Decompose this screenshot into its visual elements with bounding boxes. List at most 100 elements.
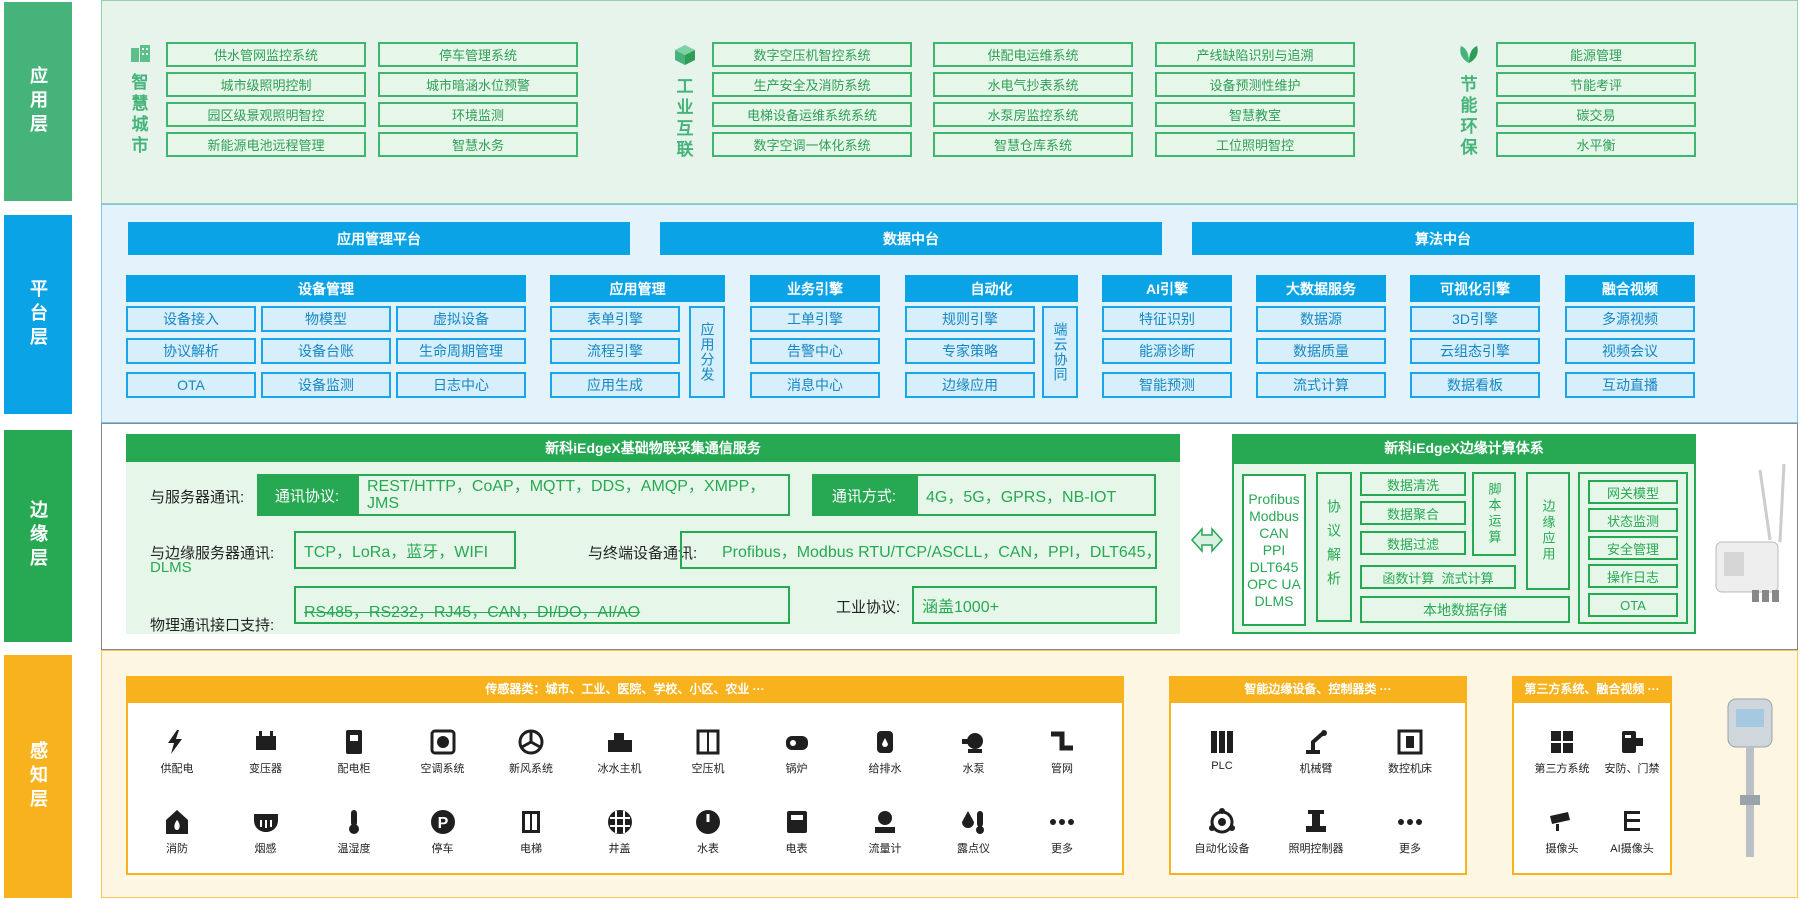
device-mgmt-item: 物模型 <box>261 306 391 332</box>
device-item: 供配电 <box>137 728 217 776</box>
device-mgmt-header: 设备管理 <box>126 275 526 302</box>
industrial-item: 数字空调一体化系统 <box>712 132 912 157</box>
automation-item: 专家策略 <box>905 338 1035 364</box>
smart-city-item: 园区级景观照明智控 <box>166 102 366 127</box>
industrial-item: 水电气抄表系统 <box>933 72 1133 97</box>
flowmeter-icon <box>845 808 925 836</box>
device-label: 照明控制器 <box>1288 843 1344 855</box>
device-label: 锅炉 <box>785 763 808 775</box>
eco-item: 水平衡 <box>1496 132 1696 157</box>
device-item: 井盖 <box>580 808 660 856</box>
industrial-item: 生产安全及消防系统 <box>712 72 912 97</box>
device-label: 自动化设备 <box>1194 843 1250 855</box>
access-control-icon <box>1592 728 1672 756</box>
video-item: 多源视频 <box>1565 306 1695 332</box>
device-label: 流量计 <box>868 843 902 855</box>
device-label: 更多 <box>1399 843 1421 855</box>
smart-city-item: 城市级照明控制 <box>166 72 366 97</box>
ai-engine-item: 特征识别 <box>1102 306 1232 332</box>
edge-compute-header: 新科iEdgeX边缘计算体系 <box>1232 434 1696 462</box>
industrial-item: 供配电运维系统 <box>933 42 1133 67</box>
device-item: 流量计 <box>845 808 925 856</box>
fan-icon <box>403 728 483 756</box>
ai-engine-header: AI引擎 <box>1102 275 1232 302</box>
device-label: 烟感 <box>254 843 277 855</box>
method-tag: 通讯方式: <box>812 474 916 516</box>
device-label: 水泵 <box>962 763 985 775</box>
bigdata-header: 大数据服务 <box>1256 275 1386 302</box>
ai-engine-item: 智能预测 <box>1102 372 1232 398</box>
device-item: 温湿度 <box>314 808 394 856</box>
industrial-item: 水泵房监控系统 <box>933 102 1133 127</box>
water-tank-icon <box>845 728 925 756</box>
device-item: 安防、门禁 <box>1592 728 1672 776</box>
smart-device-header: 智能边缘设备、控制器类 ··· <box>1169 676 1467 701</box>
app-mgmt-item: 应用生成 <box>550 372 680 398</box>
camera-icon <box>1522 808 1602 836</box>
thermometer-icon <box>314 808 394 836</box>
protocol-item: PPI <box>1262 541 1286 558</box>
device-item: 电表 <box>757 808 837 856</box>
video-header: 融合视频 <box>1565 275 1695 302</box>
smoke-detector-icon <box>226 808 306 836</box>
device-label: 第三方系统 <box>1534 763 1590 775</box>
physical-label: 物理通讯接口支持: <box>150 617 275 634</box>
device-label: AI摄像头 <box>1610 843 1654 855</box>
eco-item: 能源管理 <box>1496 42 1696 67</box>
method-value: 4G，5G，GPRS，NB-IOT <box>916 474 1156 516</box>
data-op-box: 数据聚合 <box>1360 501 1466 525</box>
func-calc-box: 函数计算 流式计算 <box>1360 565 1516 589</box>
eco-item: 节能考评 <box>1496 72 1696 97</box>
eco-title: 节能环保 <box>1460 75 1478 157</box>
physical-value: RS485，RS232，RJ45，CAN，DI/DO，AI/AO <box>294 586 790 624</box>
device-item: 水泵 <box>934 728 1014 776</box>
device-label: 变压器 <box>249 763 282 775</box>
device-item: P 停车 <box>403 808 483 856</box>
industrial-item: 智慧仓库系统 <box>933 132 1133 157</box>
device-label: 冰水主机 <box>597 763 642 775</box>
device-label: 停车 <box>431 843 454 855</box>
transformer-icon <box>226 728 306 756</box>
edge-comm-header: 新科iEdgeX基础物联采集通信服务 <box>126 434 1180 462</box>
dewpoint-icon <box>934 808 1014 836</box>
bigdata-item: 数据源 <box>1256 306 1386 332</box>
app-mgmt-item: 表单引擎 <box>550 306 680 332</box>
layer-tab-platform: 平台层 <box>4 215 72 414</box>
bigdata-item: 数据质量 <box>1256 338 1386 364</box>
automation-item: 规则引擎 <box>905 306 1035 332</box>
compressor-icon <box>668 728 748 756</box>
building-icon <box>131 45 150 62</box>
industrial-item: 电梯设备运维系统系统 <box>712 102 912 127</box>
platform-bar-data-center: 数据中台 <box>660 222 1162 255</box>
terminal-value: Profibus，Modbus RTU/TCP/ASCLL，CAN，PPI，DL… <box>680 531 1157 569</box>
device-item: 照明控制器 <box>1276 808 1356 856</box>
industrial-protocol-value: 涵盖1000+ <box>912 586 1157 624</box>
device-item: 水表 <box>668 808 748 856</box>
device-label: 井盖 <box>608 843 631 855</box>
device-item: 露点仪 <box>934 808 1014 856</box>
device-mgmt-item: 设备监测 <box>261 372 391 398</box>
device-mgmt-item: 设备接入 <box>126 306 256 332</box>
video-item: 视频会议 <box>1565 338 1695 364</box>
protocol-value: REST/HTTP，CoAP，MQTT，DDS，AMQP，XMPP，JMS <box>357 474 790 516</box>
platform-bar-app-mgmt: 应用管理平台 <box>128 222 630 255</box>
device-mgmt-item: 生命周期管理 <box>396 338 526 364</box>
eco-item: 碳交易 <box>1496 102 1696 127</box>
device-item: 电梯 <box>491 808 571 856</box>
layer-tab-sense: 感知层 <box>4 655 72 898</box>
gateway-item: OTA <box>1588 593 1678 617</box>
elevator-icon <box>491 808 571 836</box>
device-item: 自动化设备 <box>1182 808 1262 856</box>
local-storage-box: 本地数据存储 <box>1360 596 1570 623</box>
robot-arm-icon <box>1276 728 1356 756</box>
grid-icon <box>1522 728 1602 756</box>
smart-city-item: 城市暗涵水位预警 <box>378 72 578 97</box>
device-item: 变压器 <box>226 728 306 776</box>
leaf-icon <box>1460 46 1478 63</box>
device-label: 配电柜 <box>337 763 371 775</box>
device-label: 机械臂 <box>1299 763 1333 775</box>
industrial-protocol-label: 工业协议: <box>836 599 901 616</box>
third-party-header: 第三方系统、融合视频 ··· <box>1512 676 1672 701</box>
lightning-icon <box>137 728 217 756</box>
sensor-header: 传感器类：城市、工业、医院、学校、小区、农业 ··· <box>126 676 1124 701</box>
